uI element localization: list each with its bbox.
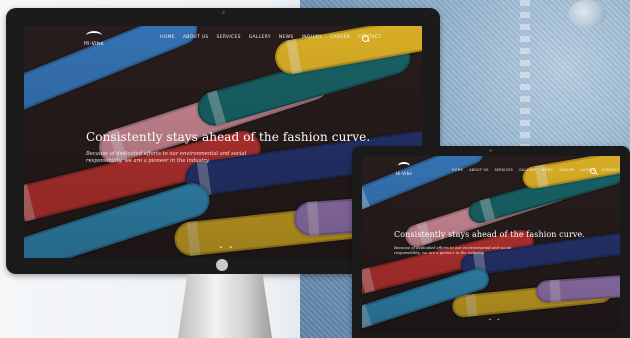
brand-text: Hi-Vibe: [396, 171, 413, 176]
brand-mark: [85, 31, 102, 40]
nav-links: HOME ABOUT US SERVICES GALLERY NEWS INQU…: [160, 35, 382, 40]
nav-item-inquiry[interactable]: INQUIRY: [559, 168, 575, 172]
site-navbar: Hi-Vibe HOME ABOUT US SERVICES GALLERY N…: [24, 26, 422, 52]
nav-item-gallery[interactable]: GALLERY: [249, 35, 271, 40]
hero-headline: Consistently stays ahead of the fashion …: [394, 230, 586, 239]
nav-item-about-us[interactable]: ABOUT US: [469, 168, 488, 172]
monitor-stand: [178, 274, 272, 338]
hero-headline: Consistently stays ahead of the fashion …: [86, 130, 371, 144]
nav-item-services[interactable]: SERVICES: [495, 168, 513, 172]
brand-text: Hi-Vibe: [84, 41, 104, 47]
laptop-camera: [489, 149, 492, 152]
site-navbar: Hi-Vibe HOME ABOUT US SERVICES GALLERY N…: [362, 156, 620, 182]
search-icon[interactable]: [362, 35, 369, 42]
hero-section: Consistently stays ahead of the fashion …: [394, 230, 604, 255]
brand-logo[interactable]: Hi-Vibe: [84, 31, 104, 47]
nav-item-home[interactable]: HOME: [452, 168, 463, 172]
brand-logo[interactable]: Hi-Vibe: [396, 162, 412, 176]
nav-item-about-us[interactable]: ABOUT US: [183, 35, 209, 40]
laptop-screen: Hi-Vibe HOME ABOUT US SERVICES GALLERY N…: [362, 156, 620, 332]
nav-item-news[interactable]: NEWS: [542, 168, 553, 172]
nav-item-gallery[interactable]: GALLERY: [519, 168, 536, 172]
chevron-down-icon: ⌄: [218, 242, 224, 250]
hero-subtext: Because of dedicated efforts to our envi…: [394, 245, 512, 255]
nav-item-inquiry[interactable]: INQUIRY: [302, 35, 323, 40]
search-icon[interactable]: [590, 168, 596, 174]
chevron-down-icon: ⌄: [488, 316, 493, 322]
laptop: Hi-Vibe HOME ABOUT US SERVICES GALLERY N…: [352, 146, 630, 338]
monitor-camera: [222, 11, 225, 14]
apple-logo-icon: [216, 259, 228, 271]
nav-item-home[interactable]: HOME: [160, 35, 175, 40]
scroll-down-indicator[interactable]: ⌄ ⌄: [488, 316, 500, 323]
chevron-down-icon-2: ⌄: [496, 316, 501, 322]
hero-section: Consistently stays ahead of the fashion …: [86, 130, 386, 165]
nav-item-services[interactable]: SERVICES: [217, 35, 241, 40]
nav-item-career[interactable]: CAREER: [330, 35, 350, 40]
chevron-down-icon-2: ⌄: [227, 242, 234, 250]
brand-mark: [398, 162, 411, 170]
hero-subtext: Because of dedicated efforts to our envi…: [86, 151, 247, 164]
nav-item-contact[interactable]: CONTACT: [602, 168, 620, 172]
denim-button: [568, 0, 606, 28]
scroll-down-indicator[interactable]: ⌄ ⌄: [218, 243, 234, 250]
nav-item-news[interactable]: NEWS: [279, 35, 294, 40]
